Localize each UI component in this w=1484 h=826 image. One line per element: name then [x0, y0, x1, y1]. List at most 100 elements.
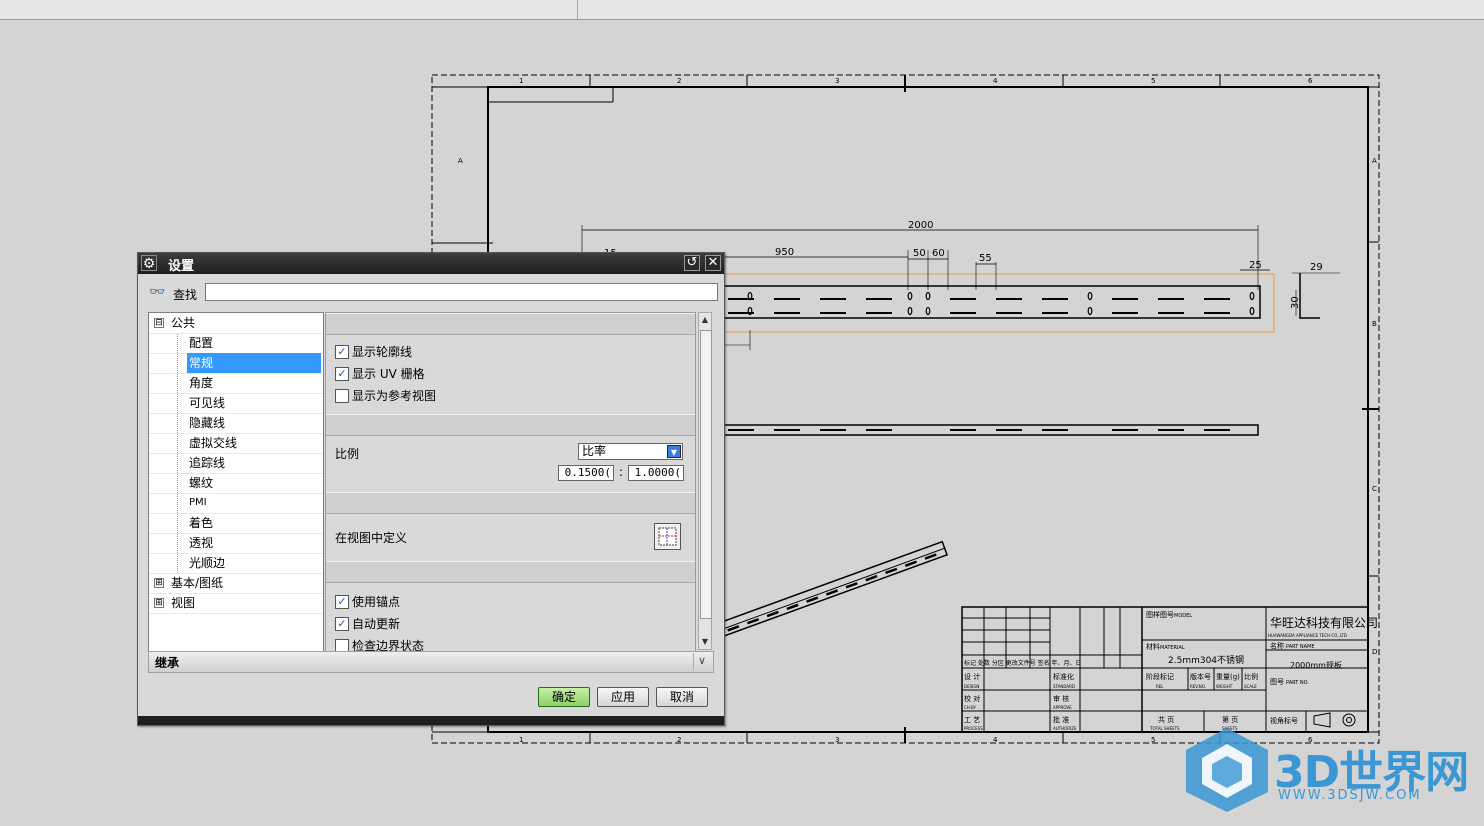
scale-denominator-input[interactable]: 1.0000(	[628, 465, 684, 481]
authorize-label: 批 准	[1053, 715, 1069, 724]
expand-icon[interactable]: ⊞	[154, 578, 164, 588]
zone-col-1-bottom: 1	[519, 736, 523, 744]
company-name: 华旺达科技有限公司	[1270, 616, 1378, 630]
zone-col-5-top: 5	[1151, 77, 1155, 85]
section-header[interactable]	[326, 313, 695, 335]
auto-update-option[interactable]: ✓ 自动更新	[335, 615, 400, 633]
chevron-down-icon[interactable]: ▼	[667, 445, 681, 458]
show-as-reference-option[interactable]: 显示为参考视图	[335, 387, 436, 405]
tree-item-virtual-intersections[interactable]: 虚拟交线	[149, 433, 323, 454]
scroll-up-icon[interactable]: ▲	[699, 313, 711, 327]
tree-node-base-drawing[interactable]: ⊞ 基本/图纸	[149, 573, 323, 594]
show-silhouette-checkbox[interactable]: ✓	[335, 344, 349, 359]
define-in-view-button[interactable]	[654, 523, 681, 550]
tree-item-smooth-edges[interactable]: 光顺边	[149, 553, 323, 574]
cancel-button[interactable]: 取消	[656, 687, 708, 707]
show-as-reference-checkbox[interactable]	[335, 388, 349, 403]
tree-item-trace-lines[interactable]: 追踪线	[149, 453, 323, 474]
ok-button[interactable]: 确定	[538, 687, 590, 707]
tree-node-common[interactable]: ⊟ 公共	[149, 313, 323, 334]
collapse-icon[interactable]: ⊟	[154, 318, 164, 328]
tree-node-view[interactable]: ⊞ 视图	[149, 593, 323, 614]
tree-item-shading[interactable]: 着色	[149, 513, 323, 534]
design-label: 设 计	[964, 672, 980, 681]
zone-col-4-bottom: 4	[993, 736, 998, 744]
tree-label: 螺纹	[189, 476, 214, 490]
rel-label: 阶段标记	[1146, 672, 1174, 681]
use-anchor-checkbox[interactable]: ✓	[335, 594, 349, 609]
scrollbar-thumb[interactable]	[700, 330, 712, 619]
toolbar-separator	[577, 0, 578, 19]
dialog-title: 设置	[168, 259, 195, 274]
tree-item-visible-lines[interactable]: 可见线	[149, 393, 323, 414]
top-view	[722, 424, 1259, 436]
scroll-down-icon[interactable]: ▼	[699, 635, 711, 649]
show-uv-grid-checkbox[interactable]: ✓	[335, 366, 349, 381]
check-label: 校 对	[964, 694, 980, 703]
hole	[907, 291, 913, 301]
selection-highlight	[711, 273, 1275, 333]
tree-item-config[interactable]: 配置	[149, 333, 323, 354]
option-label: 显示为参考视图	[352, 389, 437, 403]
zone-col-6-top: 6	[1308, 77, 1313, 85]
apply-button[interactable]: 应用	[597, 687, 649, 707]
title-block-texts: 华旺达科技有限公司 HUAWANGDA APPLIANCE TECH CO.,L…	[964, 610, 1378, 731]
search-input[interactable]	[205, 283, 718, 301]
scale-colon: :	[619, 465, 624, 479]
option-label: 显示轮廓线	[352, 345, 413, 359]
dialog-bottom-bar	[138, 716, 724, 725]
use-anchor-option[interactable]: ✓ 使用锚点	[335, 593, 400, 611]
dialog-titlebar[interactable]: ⚙ 设置 ↺ ✕	[138, 253, 724, 274]
approve-en: APPROVE	[1053, 705, 1072, 710]
tree-item-perspective[interactable]: 透视	[149, 533, 323, 554]
scale-mode-dropdown[interactable]: 比率 ▼	[578, 443, 683, 460]
design-en: DESIGN	[964, 684, 979, 689]
scale-numerator-input[interactable]: 0.1500(	[558, 465, 614, 481]
zone-col-3-top: 3	[835, 77, 839, 85]
check-boundary-checkbox[interactable]	[335, 638, 349, 651]
zone-col-2-bottom: 2	[677, 736, 681, 744]
total-sheets-en: TOTAL SHEETS	[1149, 726, 1180, 731]
zone-row-a-right: A	[1372, 157, 1377, 165]
zone-row-a-left: A	[458, 157, 463, 165]
close-icon[interactable]: ✕	[705, 255, 721, 271]
dim-2000: 2000	[908, 220, 933, 231]
chevron-down-icon[interactable]: ∨	[693, 653, 710, 669]
hole	[1087, 306, 1093, 316]
dim-950: 950	[775, 247, 794, 258]
section-header[interactable]	[326, 414, 695, 436]
slot-row	[728, 291, 1255, 316]
panel-scrollbar[interactable]: ▲ ▼	[698, 312, 712, 650]
inherit-label: 继承	[155, 656, 180, 670]
zone-col-5-bottom: 5	[1151, 736, 1155, 744]
tree-item-threads[interactable]: 螺纹	[149, 473, 323, 494]
reset-icon[interactable]: ↺	[684, 255, 700, 271]
dim-60: 60	[932, 248, 945, 259]
show-silhouette-option[interactable]: ✓ 显示轮廓线	[335, 343, 412, 361]
tree-item-general[interactable]: 常规	[149, 353, 323, 374]
dim-29: 29	[1310, 262, 1323, 273]
dim-50: 50	[913, 248, 926, 259]
check-boundary-option[interactable]: 检查边界状态	[335, 637, 424, 651]
expand-icon[interactable]: ⊞	[154, 598, 164, 608]
process-label: 工 艺	[964, 716, 980, 724]
define-in-view-label: 在视图中定义	[335, 531, 408, 545]
tree-item-pmi[interactable]: PMI	[149, 493, 323, 514]
settings-tree[interactable]: ⊟ 公共 配置 常规 角度 可见线 隐藏线 虚拟交线 追踪线 螺纹 PMI 着色…	[148, 312, 324, 652]
check-en: CH.BY	[964, 705, 977, 710]
tree-item-angle[interactable]: 角度	[149, 373, 323, 394]
top-toolbar-strip	[0, 0, 1484, 20]
zone-col-3-bottom: 3	[835, 736, 839, 744]
section-header[interactable]	[326, 561, 695, 583]
zone-col-1-top: 1	[519, 77, 523, 85]
hole	[925, 291, 931, 301]
gear-icon[interactable]: ⚙	[141, 255, 157, 272]
inherit-section[interactable]: 继承 ∨	[148, 651, 714, 673]
part-name-en: PART NAME	[1286, 644, 1315, 650]
auto-update-checkbox[interactable]: ✓	[335, 616, 349, 631]
scale-en: SCALE	[1244, 684, 1257, 689]
show-uv-grid-option[interactable]: ✓ 显示 UV 栅格	[335, 365, 425, 383]
tree-item-hidden-lines[interactable]: 隐藏线	[149, 413, 323, 434]
section-header[interactable]	[326, 492, 695, 514]
authorize-en: AUTHORIZE	[1053, 726, 1077, 731]
